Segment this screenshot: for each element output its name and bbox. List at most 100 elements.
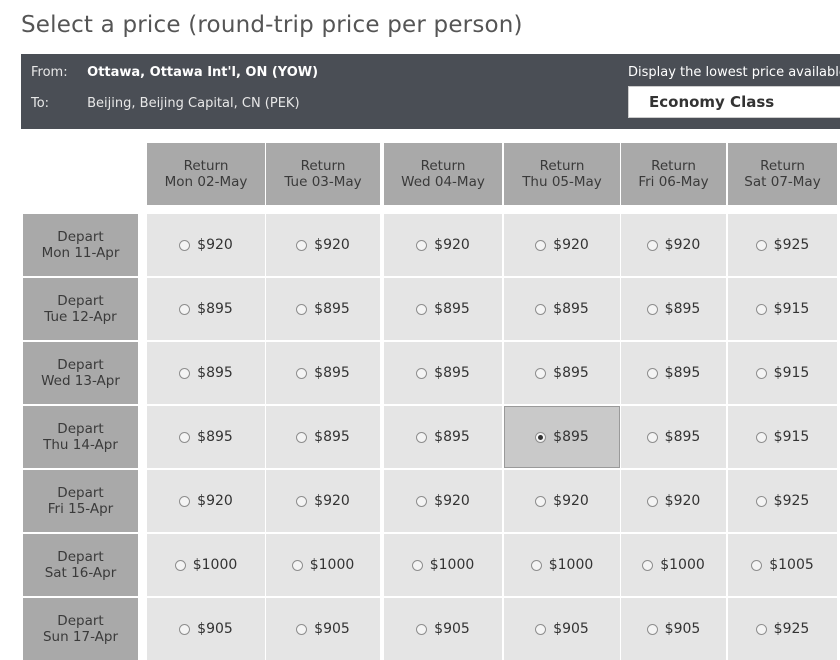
price-radio[interactable] bbox=[646, 495, 658, 507]
price-radio[interactable] bbox=[174, 559, 186, 571]
price-value: $920 bbox=[434, 493, 470, 509]
price-cell[interactable]: $895 bbox=[504, 278, 620, 340]
price-cell[interactable]: $920 bbox=[504, 214, 620, 276]
price-cell[interactable]: $895 bbox=[266, 406, 380, 468]
price-cell[interactable]: $895 bbox=[266, 278, 380, 340]
price-value: $895 bbox=[664, 301, 701, 317]
price-value: $895 bbox=[197, 365, 233, 381]
price-radio[interactable] bbox=[535, 623, 547, 635]
price-cell[interactable]: $1000 bbox=[504, 534, 620, 596]
price-cell[interactable]: $1000 bbox=[147, 534, 265, 596]
price-radio[interactable] bbox=[646, 431, 658, 443]
price-radio[interactable] bbox=[642, 559, 654, 571]
return-header-date: Tue 03-May bbox=[284, 174, 362, 190]
price-radio[interactable] bbox=[416, 367, 428, 379]
price-cell[interactable]: $920 bbox=[147, 470, 265, 532]
price-radio[interactable] bbox=[535, 367, 547, 379]
price-radio[interactable] bbox=[530, 559, 542, 571]
price-radio[interactable] bbox=[179, 239, 191, 251]
price-cell[interactable]: $895 bbox=[621, 342, 726, 404]
price-cell[interactable]: $920 bbox=[147, 214, 265, 276]
price-cell[interactable]: $905 bbox=[504, 598, 620, 660]
price-cell[interactable]: $920 bbox=[504, 470, 620, 532]
return-header-label: Return bbox=[420, 158, 466, 174]
price-cell[interactable]: $895 bbox=[504, 406, 620, 468]
price-radio[interactable] bbox=[755, 495, 767, 507]
price-cell[interactable]: $920 bbox=[621, 470, 726, 532]
price-cell[interactable]: $920 bbox=[266, 470, 380, 532]
price-cell[interactable]: $1000 bbox=[621, 534, 726, 596]
price-cell[interactable]: $905 bbox=[621, 598, 726, 660]
price-cell[interactable]: $925 bbox=[728, 470, 837, 532]
price-cell[interactable]: $1000 bbox=[384, 534, 502, 596]
price-radio[interactable] bbox=[646, 303, 658, 315]
price-radio[interactable] bbox=[755, 431, 767, 443]
price-radio[interactable] bbox=[296, 623, 308, 635]
depart-header-date: Sun 17-Apr bbox=[42, 629, 119, 645]
price-radio[interactable] bbox=[296, 239, 308, 251]
price-cell[interactable]: $1005 bbox=[728, 534, 837, 596]
price-value: $895 bbox=[197, 429, 233, 445]
price-cell[interactable]: $895 bbox=[384, 406, 502, 468]
price-radio[interactable] bbox=[416, 495, 428, 507]
price-radio[interactable] bbox=[535, 495, 547, 507]
price-value: $1005 bbox=[769, 557, 814, 573]
price-radio[interactable] bbox=[416, 431, 428, 443]
price-radio[interactable] bbox=[751, 559, 763, 571]
price-radio[interactable] bbox=[296, 367, 308, 379]
price-radio[interactable] bbox=[296, 303, 308, 315]
price-radio[interactable] bbox=[646, 239, 658, 251]
price-cell[interactable]: $915 bbox=[728, 342, 837, 404]
price-cell[interactable]: $905 bbox=[266, 598, 380, 660]
price-cell[interactable]: $925 bbox=[728, 598, 837, 660]
price-radio[interactable] bbox=[179, 303, 191, 315]
price-value: $895 bbox=[314, 365, 350, 381]
price-radio[interactable] bbox=[535, 303, 547, 315]
price-radio[interactable] bbox=[411, 559, 423, 571]
price-cell[interactable]: $895 bbox=[147, 342, 265, 404]
price-cell[interactable]: $1000 bbox=[266, 534, 380, 596]
price-radio[interactable] bbox=[646, 623, 658, 635]
depart-header-label: Depart bbox=[57, 485, 104, 501]
price-cell[interactable]: $925 bbox=[728, 214, 837, 276]
price-value: $920 bbox=[314, 493, 350, 509]
price-radio[interactable] bbox=[179, 495, 191, 507]
depart-header-date: Wed 13-Apr bbox=[41, 373, 120, 389]
price-radio[interactable] bbox=[755, 623, 767, 635]
price-cell[interactable]: $920 bbox=[384, 470, 502, 532]
price-radio[interactable] bbox=[646, 367, 658, 379]
price-radio[interactable] bbox=[755, 239, 767, 251]
price-cell[interactable]: $895 bbox=[384, 342, 502, 404]
price-radio[interactable] bbox=[755, 303, 767, 315]
price-cell[interactable]: $895 bbox=[147, 278, 265, 340]
price-radio[interactable] bbox=[416, 623, 428, 635]
price-cell[interactable]: $905 bbox=[384, 598, 502, 660]
return-date-header: Return Wed 04-May bbox=[384, 143, 502, 205]
price-radio[interactable] bbox=[535, 239, 547, 251]
price-radio[interactable] bbox=[535, 431, 547, 443]
price-cell[interactable]: $895 bbox=[266, 342, 380, 404]
price-radio[interactable] bbox=[416, 303, 428, 315]
price-radio[interactable] bbox=[296, 495, 308, 507]
price-radio[interactable] bbox=[291, 559, 303, 571]
price-cell[interactable]: $920 bbox=[266, 214, 380, 276]
price-cell[interactable]: $905 bbox=[147, 598, 265, 660]
price-radio[interactable] bbox=[296, 431, 308, 443]
price-cell[interactable]: $915 bbox=[728, 278, 837, 340]
price-radio[interactable] bbox=[755, 367, 767, 379]
price-cell[interactable]: $895 bbox=[621, 278, 726, 340]
price-cell[interactable]: $895 bbox=[147, 406, 265, 468]
depart-header-label: Depart bbox=[57, 549, 104, 565]
price-cell[interactable]: $920 bbox=[384, 214, 502, 276]
price-value: $920 bbox=[664, 237, 701, 253]
return-header-date: Mon 02-May bbox=[164, 174, 248, 190]
price-cell[interactable]: $895 bbox=[621, 406, 726, 468]
price-cell[interactable]: $920 bbox=[621, 214, 726, 276]
price-cell[interactable]: $895 bbox=[384, 278, 502, 340]
price-cell[interactable]: $915 bbox=[728, 406, 837, 468]
price-radio[interactable] bbox=[179, 367, 191, 379]
price-radio[interactable] bbox=[416, 239, 428, 251]
price-radio[interactable] bbox=[179, 623, 191, 635]
price-cell[interactable]: $895 bbox=[504, 342, 620, 404]
price-radio[interactable] bbox=[179, 431, 191, 443]
